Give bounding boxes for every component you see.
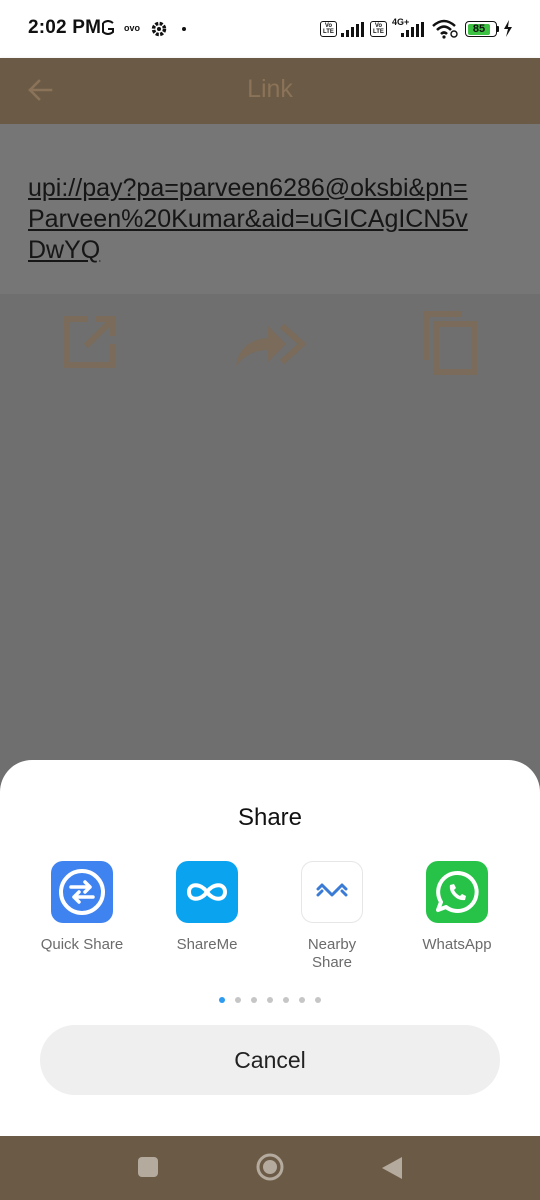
page-dot (283, 997, 289, 1003)
share-target-label: Quick Share (40, 936, 124, 953)
status-bar: 2:02 PM ovo Vo LTE Vo LTE 4G+ 85 (0, 0, 540, 58)
page-dot (299, 997, 305, 1003)
page-dot (251, 997, 257, 1003)
battery-tip (497, 26, 499, 32)
signal-icon (341, 22, 365, 37)
signal-icon-2 (401, 22, 425, 37)
link-panel: upi://pay?pa=parveen6286@oksbi&pn=Parvee… (0, 124, 540, 294)
ovo-icon: ovo (124, 23, 141, 33)
page-indicator (0, 997, 540, 1003)
volte-badge-1: Vo LTE (320, 21, 337, 37)
battery-icon: 85 (465, 21, 497, 37)
page-dot (315, 997, 321, 1003)
wifi-icon (432, 19, 458, 39)
share-sheet: Share Quick Share ShareMe Nearby Share W… (0, 760, 540, 1136)
share-target-whatsapp[interactable]: WhatsApp (397, 861, 517, 954)
page-dot-active (219, 997, 225, 1003)
recents-button[interactable] (137, 1156, 159, 1178)
share-target-label: Nearby Share (307, 936, 357, 971)
whatsapp-icon (426, 861, 488, 923)
page-dot (235, 997, 241, 1003)
forward-icon[interactable] (234, 322, 306, 368)
status-time: 2:02 PM (28, 17, 102, 38)
share-sheet-title: Share (237, 804, 303, 831)
gear-icon (151, 21, 167, 37)
volte-badge-2: Vo LTE (370, 21, 387, 37)
nearby-share-icon (301, 861, 363, 923)
back-button[interactable] (380, 1155, 404, 1181)
share-target-shareme[interactable]: ShareMe (147, 861, 267, 954)
open-external-icon[interactable] (62, 314, 118, 370)
page-title: Link (247, 75, 293, 103)
cancel-button[interactable]: Cancel (40, 1025, 500, 1095)
copy-icon[interactable] (418, 310, 480, 376)
share-target-label: WhatsApp (422, 936, 492, 953)
share-target-label: ShareMe (176, 936, 238, 953)
home-button[interactable] (255, 1152, 285, 1182)
shareme-icon (176, 861, 238, 923)
quick-share-icon (51, 861, 113, 923)
app-bar: Link (0, 58, 540, 124)
charging-icon (504, 20, 512, 37)
share-target-nearby-share[interactable]: Nearby Share (272, 861, 392, 972)
upi-link[interactable]: upi://pay?pa=parveen6286@oksbi&pn=Parvee… (28, 173, 468, 266)
page-dot (267, 997, 273, 1003)
navigation-bar (0, 1136, 540, 1200)
share-target-quick-share[interactable]: Quick Share (22, 861, 142, 954)
dot-icon (182, 27, 186, 31)
battery-level: 85 (467, 23, 491, 35)
whatsapp-status-icon (102, 20, 114, 35)
